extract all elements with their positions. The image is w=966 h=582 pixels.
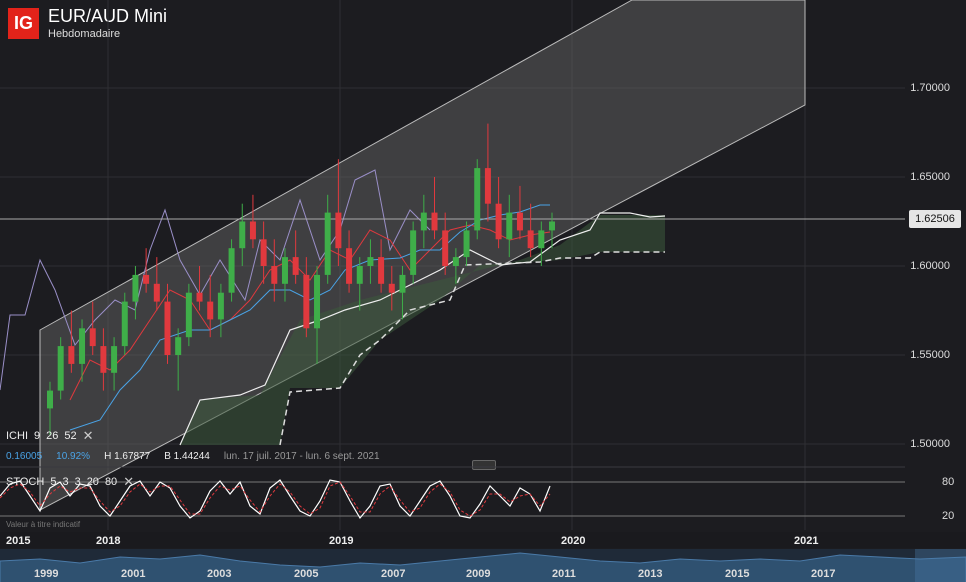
stochastic-label: STOCH [6,476,45,488]
date-range: lun. 17 juil. 2017 - lun. 6 sept. 2021 [223,451,380,462]
stochastic-param: 3 [62,476,69,488]
candle-down [346,248,353,284]
candle-down [68,346,75,364]
candle-down [388,283,395,293]
candle-down [516,212,523,231]
time-tick: 2021 [794,535,819,547]
price-tick: 1.60000 [910,260,950,272]
stochastic-param: 20 [86,476,99,488]
stochastic-param: 5 [50,476,57,488]
stochastic-param: 80 [104,476,118,488]
close-icon[interactable]: ✕ [123,474,134,490]
candle-up [314,274,321,329]
candle-down [260,239,267,266]
price-tick: 1.55000 [910,349,950,361]
close-icon[interactable]: ✕ [83,428,94,444]
stochastic-pane[interactable] [0,466,966,532]
candle-down [292,257,299,275]
stoch-level-80: 80 [942,476,955,488]
navigator-tick: 2015 [725,568,750,580]
navigator-tick: 2005 [294,568,319,580]
candle-up [111,346,118,373]
indicator-note: Valeur à titre indicatif [6,520,81,529]
time-tick: 2019 [329,535,354,547]
candle-down [484,168,491,204]
candle-up [121,301,128,347]
period-high: H 1.67877 [104,451,151,462]
candle-up [47,390,53,409]
time-axis [0,532,966,548]
ichimoku-param: 52 [64,430,77,442]
candle-up [217,292,224,320]
navigator-tick: 2001 [121,568,146,580]
navigator-selection [915,549,966,582]
price-tick: 1.70000 [910,82,950,94]
navigator-tick: 2009 [466,568,491,580]
candle-up [538,230,545,249]
candle-up [474,168,481,231]
candle-down [431,212,438,231]
candle-down [442,230,449,266]
candle-up [79,328,86,364]
candle-up [356,266,363,284]
candle-down [89,328,96,347]
ichimoku-label: ICHI [6,430,28,442]
stochastic-legend[interactable]: STOCH 5 3 3 20 80 ✕ [6,474,134,490]
candle-up [420,212,427,231]
regression-channel [39,0,806,511]
candle-down [207,301,214,320]
candle-down [335,212,342,249]
ichimoku-param: 26 [46,430,59,442]
candle-down [196,292,203,302]
candle-up [367,257,374,266]
candle-down [378,257,385,284]
current-price-label: 1.62506 [909,210,961,228]
stoch-level-20: 20 [942,510,955,522]
ichimoku-info: 0.16005 10.92% H 1.67877 B 1.44244 lun. … [6,451,380,462]
navigator-tick: 2017 [811,568,836,580]
navigator-tick: 1999 [34,568,59,580]
navigator-tick: 2013 [638,568,663,580]
candle-down [164,301,171,355]
candle-up [399,274,406,293]
ichimoku-param: 9 [34,430,41,442]
candle-up [281,257,288,284]
candle-up [506,212,513,240]
candle-up [410,230,417,275]
candle-up [452,257,459,266]
candle-up [132,274,139,302]
candle-up [324,212,331,275]
period-low: B 1.44244 [164,451,210,462]
candle-up [57,346,64,391]
candle-down [527,230,534,249]
candle-down [143,274,150,284]
candle-up [463,230,470,258]
navigator-tick: 2003 [207,568,232,580]
candle-down [303,274,310,329]
candle-down [495,203,502,240]
navigator-tick: 2007 [381,568,406,580]
ichimoku-legend[interactable]: ICHI 9 26 52 ✕ [6,428,94,444]
price-change: 0.16005 [6,451,43,462]
candle-up [175,337,182,355]
candle-up [549,221,555,231]
price-change-pct: 10.92% [56,451,91,462]
price-tick: 1.65000 [910,171,950,183]
candle-down [100,346,107,373]
candle-down [153,283,160,302]
candle-up [228,248,235,293]
candle-up [239,221,246,249]
candle-down [249,221,256,240]
time-tick: 2015 [6,535,31,547]
navigator-tick: 2011 [552,568,576,580]
price-tick: 1.50000 [910,438,950,450]
time-tick: 2018 [96,535,121,547]
candle-down [271,266,278,284]
candle-up [185,292,192,338]
time-tick: 2020 [561,535,586,547]
stochastic-param: 3 [74,476,81,488]
